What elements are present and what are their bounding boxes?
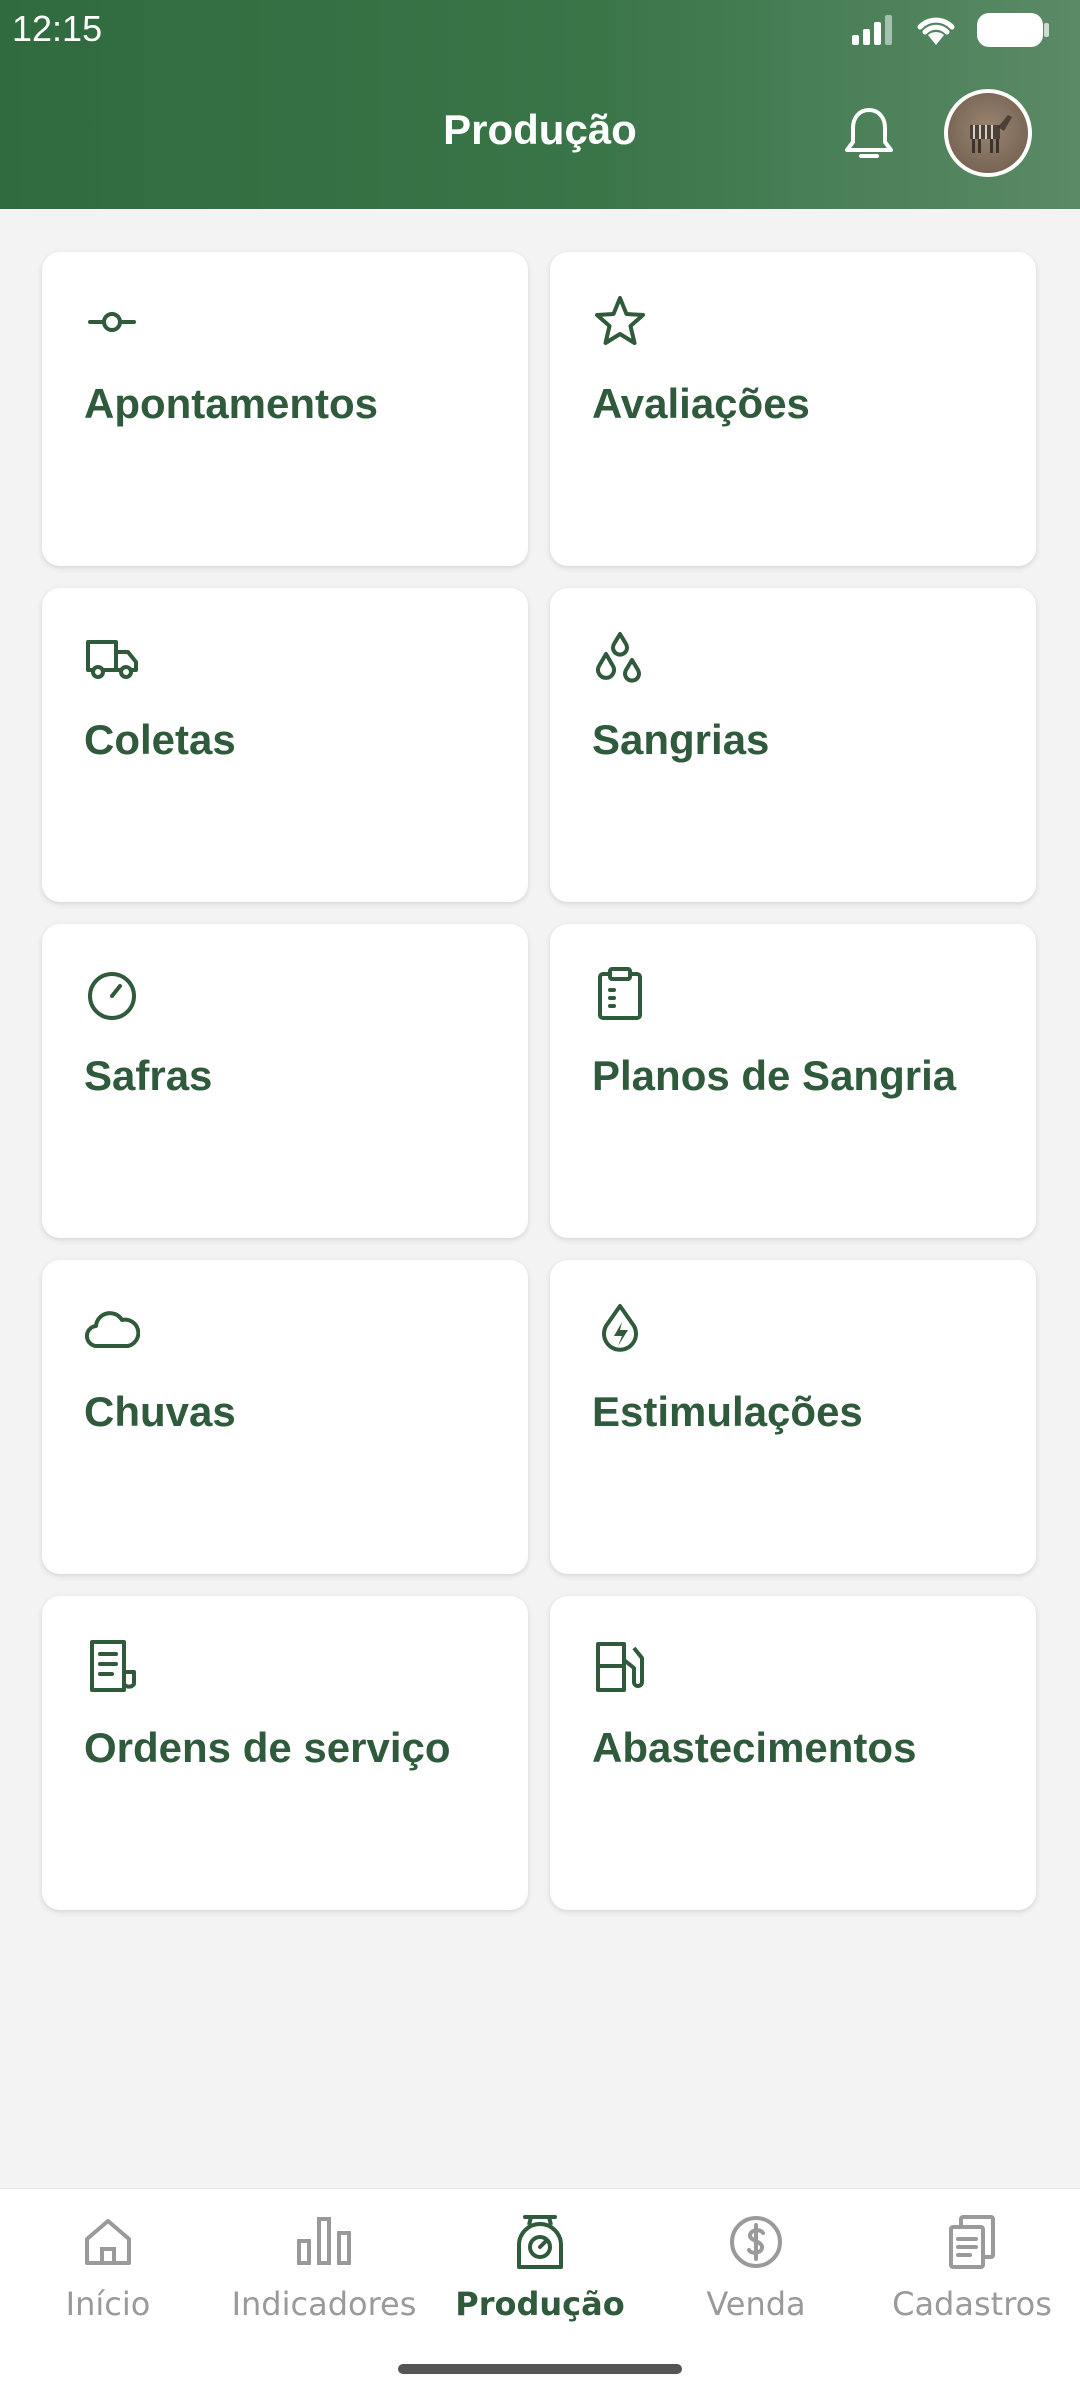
status-bar: 12:15 <box>0 0 1080 62</box>
scale-icon <box>517 2215 563 2269</box>
nav-inicio[interactable]: Início <box>0 2211 216 2331</box>
app-header: 12:15 Produção <box>0 0 1080 209</box>
card-label: Planos de Sangria <box>592 1052 957 1099</box>
status-time: 12:15 <box>12 8 103 49</box>
card-label: Safras <box>84 1052 213 1099</box>
gauge-icon <box>88 972 136 1020</box>
droplets-icon <box>596 632 641 683</box>
signal-icon <box>852 15 892 45</box>
nav-indicadores[interactable]: Indicadores <box>216 2211 432 2331</box>
nav-venda[interactable]: Venda <box>648 2211 864 2331</box>
card-abastecimentos[interactable]: Abastecimentos <box>550 1596 1036 1910</box>
clipboard-icon <box>598 967 642 1020</box>
wifi-icon <box>917 17 955 45</box>
avatar[interactable] <box>944 89 1032 177</box>
card-label: Sangrias <box>592 716 770 763</box>
card-apontamentos[interactable]: Apontamentos <box>42 252 528 566</box>
production-menu-grid: Apontamentos Avaliações Coletas Sangrias… <box>42 252 1038 1910</box>
card-label: Ordens de serviço <box>84 1724 451 1771</box>
card-sangrias[interactable]: Sangrias <box>550 588 1036 902</box>
nav-cadastros[interactable]: Cadastros <box>864 2211 1080 2331</box>
commit-icon <box>88 312 136 332</box>
card-chuvas[interactable]: Chuvas <box>42 1260 528 1574</box>
battery-icon <box>977 13 1049 47</box>
card-ordens-de-servico[interactable]: Ordens de serviço <box>42 1596 528 1910</box>
status-icons <box>850 10 1050 50</box>
card-planos-de-sangria[interactable]: Planos de Sangria <box>550 924 1036 1238</box>
page-title: Produção <box>443 106 637 153</box>
card-label: Coletas <box>84 716 236 763</box>
nav-label: Cadastros <box>892 2285 1052 2323</box>
home-indicator <box>398 2364 682 2374</box>
card-label: Apontamentos <box>84 380 378 427</box>
card-label: Chuvas <box>84 1388 236 1435</box>
cloud-icon <box>85 1311 140 1349</box>
card-coletas[interactable]: Coletas <box>42 588 528 902</box>
card-estimulacoes[interactable]: Estimulações <box>550 1260 1036 1574</box>
card-label: Abastecimentos <box>592 1724 917 1771</box>
truck-icon <box>86 640 138 679</box>
zebra-photo-icon <box>970 115 1012 153</box>
card-avaliacoes[interactable]: Avaliações <box>550 252 1036 566</box>
documents-icon <box>949 2215 995 2269</box>
home-icon <box>85 2219 131 2265</box>
nav-label: Produção <box>455 2285 625 2323</box>
nav-label: Indicadores <box>231 2285 417 2323</box>
nav-producao[interactable]: Produção <box>432 2211 648 2331</box>
receipt-icon <box>90 1640 136 1692</box>
nav-label: Início <box>65 2285 151 2323</box>
bell-icon[interactable] <box>840 104 898 166</box>
star-icon <box>595 296 645 345</box>
bar-chart-icon <box>297 2217 351 2265</box>
fuel-icon <box>596 1642 644 1692</box>
card-label: Estimulações <box>592 1388 863 1435</box>
drop-bolt-icon <box>602 1304 638 1352</box>
dollar-circle-icon <box>730 2216 782 2268</box>
nav-label: Venda <box>706 2285 806 2323</box>
card-safras[interactable]: Safras <box>42 924 528 1238</box>
card-label: Avaliações <box>592 380 810 427</box>
